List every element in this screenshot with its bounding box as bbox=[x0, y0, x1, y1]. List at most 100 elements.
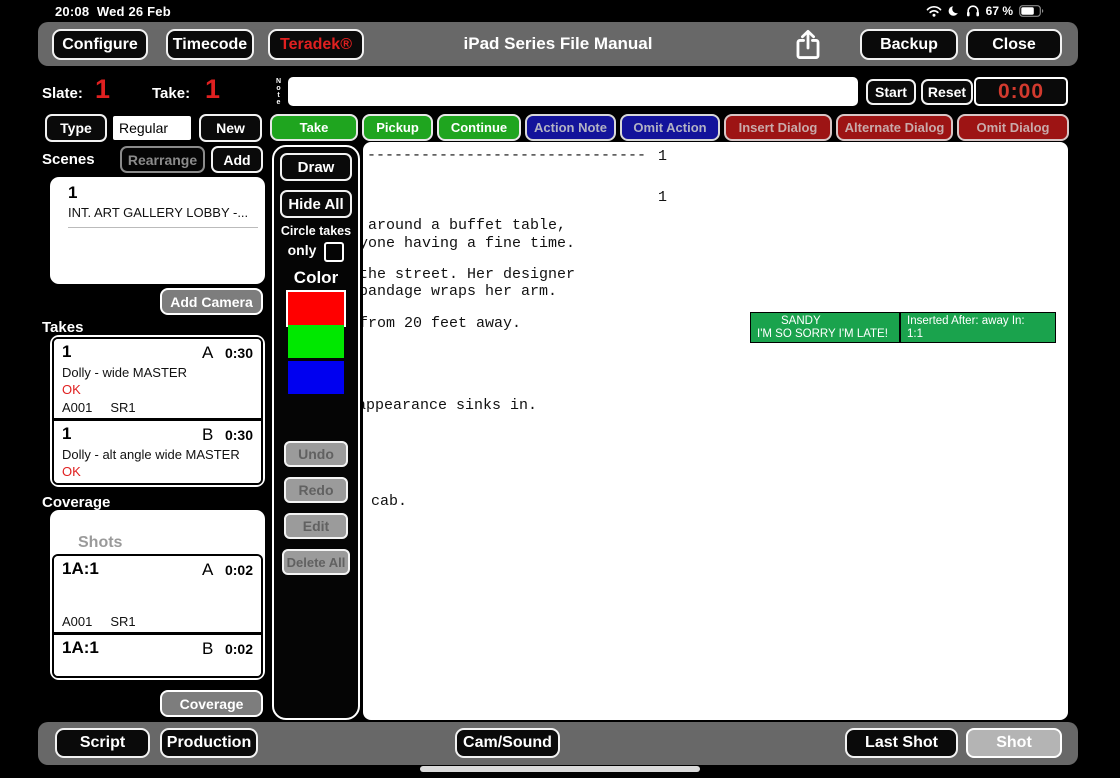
action-button-row: Take Pickup Continue Action Note Omit Ac… bbox=[270, 114, 1069, 141]
start-button[interactable]: Start bbox=[866, 79, 916, 105]
take-roll-sound: SR1 bbox=[110, 482, 135, 483]
inserted-after-text: Inserted After: away In: bbox=[907, 315, 1025, 327]
take-status: OK bbox=[62, 464, 81, 479]
backup-button[interactable]: Backup bbox=[860, 29, 958, 60]
color-swatch-blue[interactable] bbox=[288, 361, 344, 394]
take-slate: 1 bbox=[62, 424, 72, 443]
take-roll-cam: A001 bbox=[62, 400, 93, 415]
timer-display: 0:00 bbox=[974, 77, 1068, 106]
inserted-dialog-text: SANDY I'M SO SORRY I'M LATE! bbox=[751, 313, 901, 342]
take-camera: A bbox=[202, 343, 214, 362]
color-swatch-red[interactable] bbox=[286, 290, 346, 327]
home-indicator[interactable] bbox=[420, 766, 700, 772]
add-scene-button[interactable]: Add bbox=[211, 146, 263, 173]
app-screen: 20:08 Wed 26 Feb 67 % Configure Timecode… bbox=[0, 0, 1120, 778]
add-camera-button[interactable]: Add Camera bbox=[160, 288, 263, 315]
takes-label: Takes bbox=[42, 319, 84, 336]
take-row[interactable]: 1 A 0:30 Dolly - wide MASTER OK A001 SR1 bbox=[54, 339, 261, 418]
script-scene-number: 1 bbox=[658, 189, 668, 206]
slate-label: Slate: bbox=[42, 85, 83, 102]
type-button[interactable]: Type bbox=[45, 114, 107, 142]
take-row[interactable]: 1 B 0:30 Dolly - alt angle wide MASTER O… bbox=[54, 418, 261, 483]
reset-button[interactable]: Reset bbox=[921, 79, 973, 105]
color-label: Color bbox=[293, 268, 339, 287]
undo-button[interactable]: Undo bbox=[284, 441, 348, 467]
coverage-row[interactable]: 1A:1 A 0:02 A001 SR1 bbox=[54, 556, 261, 632]
shot-roll-cam: A001 bbox=[62, 614, 93, 629]
circle-takes-label: Circle takes bbox=[280, 224, 352, 238]
share-icon[interactable] bbox=[794, 28, 822, 61]
takes-list: 1 A 0:30 Dolly - wide MASTER OK A001 SR1 … bbox=[50, 335, 265, 487]
production-tab-button[interactable]: Production bbox=[160, 728, 258, 758]
scene-number: 1 bbox=[68, 183, 78, 202]
shot-roll-sound: SR1 bbox=[110, 614, 136, 629]
alternate-dialog-button[interactable]: Alternate Dialog bbox=[836, 114, 953, 141]
scene-list: 1 INT. ART GALLERY LOBBY -... bbox=[50, 177, 265, 284]
wifi-icon bbox=[926, 5, 941, 17]
shot-camera: A bbox=[202, 560, 214, 579]
delete-all-button[interactable]: Delete All bbox=[282, 549, 350, 575]
color-swatch-green[interactable] bbox=[288, 325, 344, 358]
omit-dialog-button[interactable]: Omit Dialog bbox=[957, 114, 1069, 141]
scene-heading: INT. ART GALLERY LOBBY -... bbox=[68, 205, 249, 220]
coverage-button[interactable]: Coverage bbox=[160, 690, 263, 717]
circle-takes-checkbox[interactable] bbox=[324, 242, 344, 262]
slate-value: 1 bbox=[95, 74, 111, 104]
bottom-toolbar: Script Production Cam/Sound Last Shot Sh… bbox=[38, 722, 1078, 765]
scene-divider bbox=[68, 227, 258, 228]
shot-id: 1A:1 bbox=[62, 638, 99, 657]
script-line: yone having a fine time. bbox=[363, 235, 576, 252]
continue-button[interactable]: Continue bbox=[437, 114, 521, 141]
script-line: bandage wraps her arm. bbox=[363, 283, 558, 300]
take-camera: B bbox=[202, 425, 214, 444]
window-title: iPad Series File Manual bbox=[463, 34, 653, 53]
coverage-row[interactable]: 1A:1 B 0:02 bbox=[54, 632, 261, 676]
battery-icon bbox=[1019, 5, 1044, 17]
shot-button[interactable]: Shot bbox=[966, 728, 1062, 758]
pickup-button[interactable]: Pickup bbox=[362, 114, 433, 141]
redo-button[interactable]: Redo bbox=[284, 477, 348, 503]
inserted-dialog-box[interactable]: SANDY I'M SO SORRY I'M LATE! Inserted Af… bbox=[750, 312, 1056, 343]
script-tab-button[interactable]: Script bbox=[55, 728, 150, 758]
battery-percent: 67 % bbox=[985, 4, 1013, 18]
dialog-line: I'M SO SORRY I'M LATE! bbox=[757, 328, 888, 340]
hide-all-button[interactable]: Hide All bbox=[280, 190, 352, 218]
take-button[interactable]: Take bbox=[270, 114, 358, 141]
scenes-label: Scenes bbox=[42, 151, 95, 168]
edit-button[interactable]: Edit bbox=[284, 513, 348, 539]
action-note-button[interactable]: Action Note bbox=[525, 114, 616, 141]
configure-button[interactable]: Configure bbox=[52, 29, 148, 60]
take-roll-sound: SR1 bbox=[110, 400, 136, 415]
take-roll: B001 SR1 bbox=[62, 482, 136, 483]
shot-duration: 0:02 bbox=[224, 641, 253, 657]
teradek-button[interactable]: Teradek® bbox=[268, 29, 364, 60]
note-input[interactable] bbox=[288, 77, 858, 106]
inserted-after-position: 1:1 bbox=[907, 328, 923, 340]
inserted-dialog-info: Inserted After: away In: 1:1 bbox=[901, 313, 1055, 342]
moon-icon bbox=[948, 5, 960, 16]
take-label: Take: bbox=[152, 85, 191, 102]
note-vertical-label: Note bbox=[275, 78, 282, 106]
dialog-character: SANDY bbox=[781, 315, 821, 327]
new-button[interactable]: New bbox=[199, 114, 262, 142]
omit-action-button[interactable]: Omit Action bbox=[620, 114, 720, 141]
status-date: Wed 26 Feb bbox=[96, 4, 171, 19]
status-clock: 20:08 Wed 26 Feb bbox=[55, 4, 171, 19]
headphones-icon bbox=[966, 5, 979, 17]
cam-sound-button[interactable]: Cam/Sound bbox=[455, 728, 560, 758]
type-value-field[interactable] bbox=[113, 116, 191, 140]
draw-button[interactable]: Draw bbox=[280, 153, 352, 181]
take-roll-cam: B001 bbox=[62, 482, 92, 483]
timecode-button[interactable]: Timecode bbox=[166, 29, 254, 60]
insert-dialog-button[interactable]: Insert Dialog bbox=[724, 114, 832, 141]
coverage-list: Shots 1A:1 A 0:02 A001 SR1 1A:1 B 0:02 bbox=[50, 510, 265, 680]
last-shot-button[interactable]: Last Shot bbox=[845, 728, 958, 758]
close-button[interactable]: Close bbox=[966, 29, 1062, 60]
take-slate: 1 bbox=[62, 342, 72, 361]
status-bar: 20:08 Wed 26 Feb 67 % bbox=[0, 0, 1120, 22]
script-page[interactable]: ------------------------------- 1 1 arou… bbox=[363, 142, 1068, 720]
take-roll: A001 SR1 bbox=[62, 400, 136, 415]
shot-duration: 0:02 bbox=[224, 562, 253, 578]
shot-id: 1A:1 bbox=[62, 559, 99, 578]
rearrange-button[interactable]: Rearrange bbox=[120, 146, 205, 173]
